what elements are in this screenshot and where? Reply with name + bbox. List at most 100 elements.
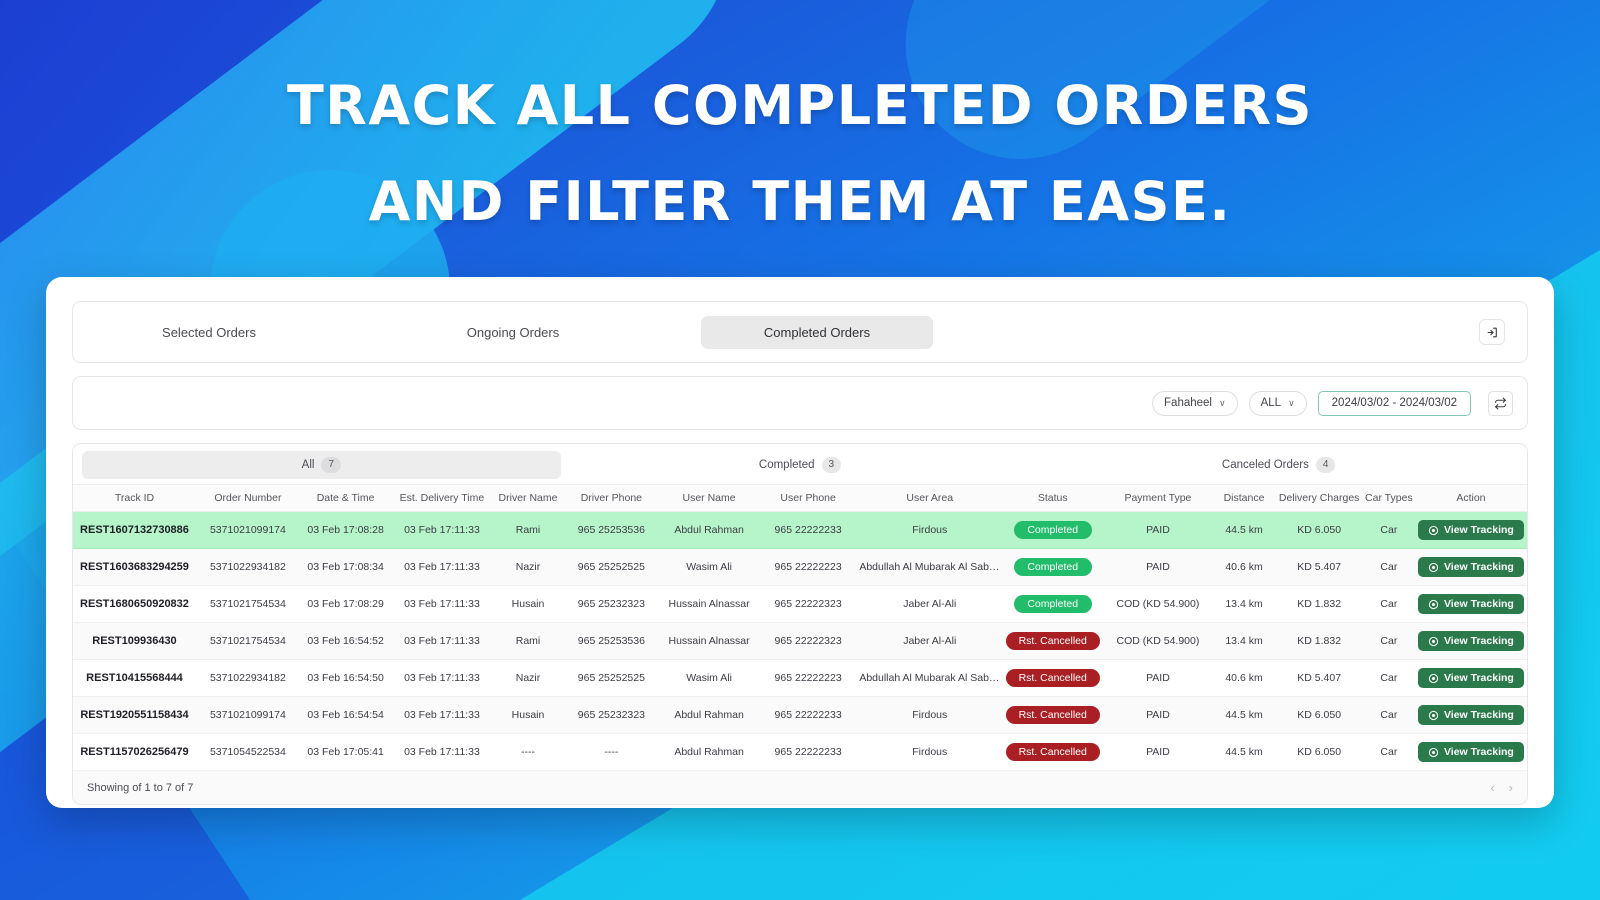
chevron-down-icon: ∨ (1288, 397, 1295, 408)
cell-driver-phone: 965 25232323 (563, 696, 660, 734)
col-user-name: User Name (659, 484, 759, 512)
branch-filter-dropdown[interactable]: Fahaheel ∨ (1152, 390, 1238, 416)
segment-completed[interactable]: Completed 3 (561, 451, 1040, 479)
col-status: Status (1002, 484, 1104, 512)
cell-track-id: REST1603683294259 (73, 548, 196, 586)
cell-car-type: Car (1362, 585, 1415, 623)
cell-delivery-charges: KD 6.050 (1275, 733, 1363, 771)
cell-est-delivery-time: 03 Feb 17:11:33 (391, 733, 493, 771)
pagination-next-button[interactable]: › (1509, 780, 1513, 795)
cell-user-area: Jaber Al-Ali (857, 622, 1003, 660)
cell-user-phone: 965 22222233 (758, 511, 858, 549)
cell-delivery-charges: KD 1.832 (1275, 585, 1363, 623)
cell-est-delivery-time: 03 Feb 17:11:33 (391, 696, 493, 734)
cell-delivery-charges: KD 1.832 (1275, 622, 1363, 660)
app-window: Selected Orders Ongoing Orders Completed… (46, 277, 1554, 808)
cell-payment-type: PAID (1103, 659, 1213, 697)
table-row[interactable]: REST1607132730886 5371021099174 03 Feb 17:… (73, 511, 1527, 549)
cell-driver-name: Husain (492, 696, 564, 734)
cell-user-area: Firdous (857, 733, 1003, 771)
cell-date-time: 03 Feb 17:05:41 (299, 733, 392, 771)
cell-user-name: Abdul Rahman (659, 696, 759, 734)
cell-status: Rst. Cancelled (1002, 696, 1104, 734)
view-tracking-button[interactable]: View Tracking (1417, 594, 1524, 614)
cell-user-phone: 965 22222233 (758, 733, 858, 771)
cell-delivery-charges: KD 6.050 (1275, 696, 1363, 734)
view-tracking-button[interactable]: View Tracking (1417, 705, 1524, 725)
cell-user-name: Wasim Ali (659, 548, 759, 586)
view-tracking-button[interactable]: View Tracking (1417, 668, 1524, 688)
col-driver-name: Driver Name (492, 484, 564, 512)
segment-canceled-label: Canceled Orders (1221, 459, 1309, 471)
cell-track-id: REST1157026256479 (73, 733, 196, 771)
view-tracking-label: View Tracking (1443, 561, 1514, 573)
target-eye-icon (1428, 747, 1439, 757)
segment-completed-count: 3 (821, 457, 842, 473)
cell-car-type: Car (1362, 659, 1415, 697)
segment-completed-label: Completed (758, 459, 815, 471)
tab-ongoing-orders[interactable]: Ongoing Orders (397, 316, 629, 349)
refresh-swap-icon (1495, 397, 1506, 409)
cell-order-number: 5371054522534 (195, 733, 300, 771)
logout-button[interactable] (1479, 319, 1505, 345)
cell-driver-name: Nazir (492, 659, 564, 697)
segment-canceled-count: 4 (1315, 457, 1336, 473)
target-eye-icon (1428, 636, 1439, 646)
col-order-number: Order Number (195, 484, 300, 512)
cell-est-delivery-time: 03 Feb 17:11:33 (391, 585, 493, 623)
table-row[interactable]: REST1157026256479 5371054522534 03 Feb 17:… (73, 733, 1527, 771)
cell-delivery-charges: KD 5.407 (1275, 659, 1363, 697)
cell-driver-phone: ---- (563, 733, 660, 771)
cell-action: View Tracking (1414, 548, 1527, 586)
cell-date-time: 03 Feb 16:54:50 (299, 659, 392, 697)
table-row[interactable]: REST10415568444 5371022934182 03 Feb 16:54… (73, 659, 1527, 697)
view-tracking-button[interactable]: View Tracking (1417, 631, 1524, 651)
cell-order-number: 5371021099174 (195, 696, 300, 734)
cell-driver-name: Rami (492, 511, 564, 549)
col-car-types: Car Types (1362, 484, 1415, 512)
tab-selected-orders[interactable]: Selected Orders (93, 316, 325, 349)
cell-driver-phone: 965 25232323 (563, 585, 660, 623)
cell-distance: 44.5 km (1212, 696, 1276, 734)
pagination: ‹ › (1490, 780, 1513, 795)
cell-action: View Tracking (1414, 659, 1527, 697)
cell-user-area: Jaber Al-Ali (857, 585, 1003, 623)
orders-table-body: REST1607132730886 5371021099174 03 Feb 17:… (73, 511, 1527, 771)
target-eye-icon (1428, 673, 1439, 683)
segment-all[interactable]: All 7 (82, 451, 561, 479)
tab-completed-orders[interactable]: Completed Orders (701, 315, 933, 349)
status-badge: Rst. Cancelled (1005, 743, 1100, 761)
table-row[interactable]: REST1680650920832 5371021754534 03 Feb 17:… (73, 585, 1527, 623)
refresh-button[interactable] (1488, 390, 1513, 416)
cell-user-name: Abdul Rahman (659, 511, 759, 549)
status-badge: Completed (1013, 558, 1092, 576)
cell-user-area: Firdous (857, 511, 1003, 549)
cell-car-type: Car (1362, 511, 1415, 549)
pagination-prev-button[interactable]: ‹ (1490, 780, 1494, 795)
table-row[interactable]: REST1603683294259 5371022934182 03 Feb 17:… (73, 548, 1527, 586)
view-tracking-button[interactable]: View Tracking (1417, 557, 1524, 577)
segment-canceled-orders[interactable]: Canceled Orders 4 (1039, 451, 1518, 479)
view-tracking-button[interactable]: View Tracking (1417, 742, 1524, 762)
cell-est-delivery-time: 03 Feb 17:11:33 (391, 548, 493, 586)
view-tracking-label: View Tracking (1443, 746, 1514, 758)
view-tracking-label: View Tracking (1443, 598, 1514, 610)
status-filter-dropdown[interactable]: ALL ∨ (1248, 390, 1307, 416)
cell-delivery-charges: KD 5.407 (1275, 548, 1363, 586)
cell-est-delivery-time: 03 Feb 17:11:33 (391, 511, 493, 549)
cell-order-number: 5371022934182 (195, 659, 300, 697)
cell-user-phone: 965 22222323 (758, 622, 858, 660)
cell-payment-type: PAID (1103, 511, 1213, 549)
view-tracking-button[interactable]: View Tracking (1417, 520, 1524, 540)
cell-status: Completed (1002, 511, 1104, 549)
table-row[interactable]: REST109936430 5371021754534 03 Feb 16:54:5… (73, 622, 1527, 660)
col-delivery-charges: Delivery Charges (1275, 484, 1363, 512)
branch-filter-label: Fahaheel (1164, 397, 1212, 409)
tabs-panel: Selected Orders Ongoing Orders Completed… (72, 301, 1528, 363)
date-range-input[interactable]: 2024/03/02 - 2024/03/02 (1317, 390, 1471, 416)
cell-user-area: Abdullah Al Mubarak Al Sabah (857, 659, 1003, 697)
cell-action: View Tracking (1414, 696, 1527, 734)
chevron-down-icon: ∨ (1219, 397, 1226, 408)
cell-payment-type: COD (KD 54.900) (1103, 585, 1213, 623)
table-row[interactable]: REST1920551158434 5371021099174 03 Feb 16:… (73, 696, 1527, 734)
